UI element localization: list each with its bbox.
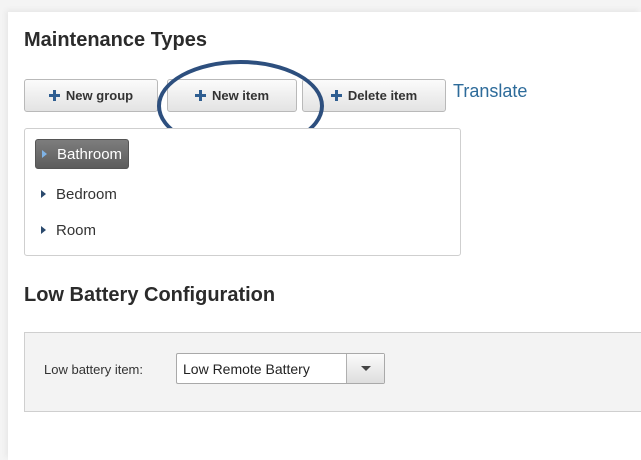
chevron-down-icon <box>360 366 371 371</box>
tree-item-label: Room <box>56 221 97 239</box>
new-item-button[interactable]: New item <box>167 79 297 112</box>
tree-item-label: Bedroom <box>56 185 117 203</box>
tree-item-label: Bathroom <box>57 145 123 163</box>
plus-icon <box>330 90 342 101</box>
maintenance-types-title: Maintenance Types <box>24 29 208 51</box>
maintenance-tree: Bathroom Bedroom Room <box>24 128 461 256</box>
plus-icon <box>194 90 206 101</box>
dropdown-button[interactable] <box>346 354 384 383</box>
delete-item-button[interactable]: Delete item <box>302 79 446 112</box>
caret-right-icon[interactable] <box>42 150 47 158</box>
low-battery-item-select[interactable]: Low Remote Battery <box>176 353 385 384</box>
tree-item-bedroom[interactable]: Bedroom <box>35 179 117 209</box>
low-battery-title: Low Battery Configuration <box>24 284 276 306</box>
low-battery-field-label: Low battery item: <box>44 362 143 377</box>
tree-item-bathroom[interactable]: Bathroom <box>35 139 130 169</box>
delete-item-label: Delete item <box>347 88 418 103</box>
translate-link[interactable]: Translate <box>453 81 527 102</box>
new-group-button[interactable]: New group <box>24 79 158 112</box>
new-item-label: New item <box>211 88 270 103</box>
new-group-label: New group <box>65 88 134 103</box>
tree-item-room[interactable]: Room <box>35 215 96 245</box>
select-value: Low Remote Battery <box>183 360 310 377</box>
caret-right-icon[interactable] <box>41 190 46 198</box>
caret-right-icon[interactable] <box>41 226 46 234</box>
plus-icon <box>48 90 60 101</box>
